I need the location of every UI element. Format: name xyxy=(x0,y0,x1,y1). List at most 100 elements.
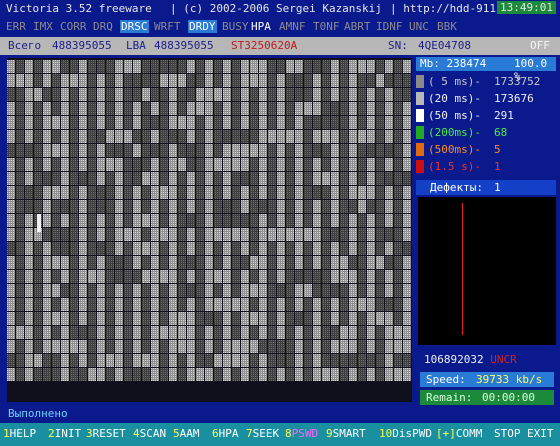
fkey-pswd[interactable]: 8PSWD xyxy=(285,427,318,440)
scan-block xyxy=(187,200,195,213)
scan-block xyxy=(151,158,159,171)
scan-block xyxy=(187,144,195,157)
scan-block xyxy=(295,214,303,227)
fkey-hpa[interactable]: 6HPA xyxy=(212,427,239,440)
scan-block xyxy=(403,284,411,297)
scan-block xyxy=(160,172,168,185)
scan-block xyxy=(322,186,330,199)
scan-block xyxy=(88,242,96,255)
scan-block xyxy=(61,270,69,283)
scan-block xyxy=(304,312,312,325)
fkey-exit[interactable]: EXIT xyxy=(527,427,554,440)
scan-block xyxy=(7,326,15,339)
scan-block xyxy=(322,116,330,129)
scan-block xyxy=(331,298,339,311)
scan-block xyxy=(160,102,168,115)
scan-block xyxy=(277,74,285,87)
scan-block xyxy=(250,368,258,381)
scan-block xyxy=(367,186,375,199)
fkey-seek[interactable]: 7SEEK xyxy=(246,427,279,440)
scan-block xyxy=(187,242,195,255)
scan-block xyxy=(385,186,393,199)
scan-block xyxy=(340,144,348,157)
scan-block xyxy=(340,214,348,227)
scan-block xyxy=(322,158,330,171)
scan-block xyxy=(304,200,312,213)
scan-block xyxy=(259,88,267,101)
scan-block xyxy=(205,200,213,213)
scan-block xyxy=(277,200,285,213)
scan-block xyxy=(196,270,204,283)
scan-block xyxy=(403,298,411,311)
scan-block xyxy=(70,130,78,143)
scan-block xyxy=(79,284,87,297)
speed-value: 39733 kb/s xyxy=(476,373,543,386)
scan-block xyxy=(232,130,240,143)
scan-block xyxy=(79,326,87,339)
scan-block xyxy=(268,228,276,241)
fkey-stop[interactable]: STOP xyxy=(494,427,521,440)
flag-hpa: HPA xyxy=(251,20,271,33)
scan-block xyxy=(241,256,249,269)
scan-block xyxy=(25,270,33,283)
scan-block xyxy=(250,340,258,353)
fkey-aam[interactable]: 5AAM xyxy=(173,427,200,440)
scan-block xyxy=(322,74,330,87)
scan-block xyxy=(97,60,105,73)
scan-block xyxy=(43,130,51,143)
scan-block xyxy=(43,172,51,185)
fkey-smart[interactable]: 9SMART xyxy=(326,427,366,440)
scan-block xyxy=(358,284,366,297)
scan-block xyxy=(151,74,159,87)
scan-block xyxy=(133,172,141,185)
scan-block xyxy=(34,116,42,129)
scan-block xyxy=(79,270,87,283)
scan-block xyxy=(403,102,411,115)
scan-block xyxy=(277,298,285,311)
scan-block xyxy=(43,74,51,87)
scan-block xyxy=(151,326,159,339)
scan-block xyxy=(142,228,150,241)
scan-block xyxy=(160,256,168,269)
fkey-number: 10 xyxy=(379,427,393,440)
scan-block xyxy=(133,116,141,129)
scan-block xyxy=(106,144,114,157)
scan-block xyxy=(331,144,339,157)
scan-block xyxy=(97,368,105,381)
scan-block xyxy=(277,172,285,185)
fkey-scan[interactable]: 4SCAN xyxy=(133,427,166,440)
scan-block xyxy=(259,256,267,269)
scan-block xyxy=(304,172,312,185)
scan-block xyxy=(79,242,87,255)
scan-block xyxy=(124,242,132,255)
scan-block xyxy=(403,74,411,87)
scan-block xyxy=(160,214,168,227)
scan-block xyxy=(304,340,312,353)
scan-block xyxy=(7,74,15,87)
fkey-comm[interactable]: [+]COMM xyxy=(436,427,482,440)
scan-block xyxy=(403,200,411,213)
scan-block xyxy=(331,368,339,381)
scan-block xyxy=(304,88,312,101)
fkey-label: RESET xyxy=(92,427,126,440)
scan-block xyxy=(160,312,168,325)
scan-block xyxy=(349,158,357,171)
scan-block xyxy=(232,144,240,157)
scan-block xyxy=(151,368,159,381)
scan-block xyxy=(178,186,186,199)
scan-block xyxy=(160,340,168,353)
scan-block xyxy=(151,270,159,283)
scan-block xyxy=(223,312,231,325)
scan-block xyxy=(169,270,177,283)
fkey-help[interactable]: 1HELP xyxy=(3,427,36,440)
scan-block xyxy=(295,284,303,297)
scan-block xyxy=(367,242,375,255)
scan-block xyxy=(34,242,42,255)
scan-block xyxy=(196,158,204,171)
fkey-reset[interactable]: 3RESET xyxy=(86,427,126,440)
fkey-dispwd[interactable]: 10DisPWD xyxy=(379,427,432,440)
fkey-init[interactable]: 2INIT xyxy=(48,427,81,440)
scan-block xyxy=(34,256,42,269)
scan-block xyxy=(97,298,105,311)
remain-value: 00:00:00 xyxy=(482,391,535,404)
